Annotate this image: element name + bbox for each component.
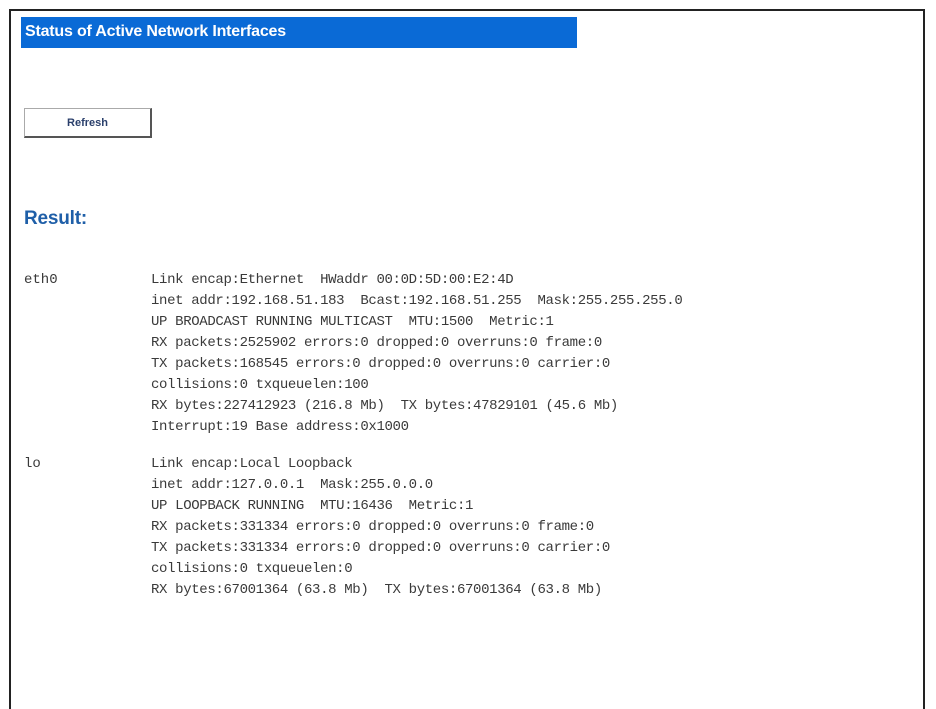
detail-line: RX packets:331334 errors:0 dropped:0 ove… [151, 519, 594, 535]
detail-line: TX packets:168545 errors:0 dropped:0 ove… [151, 356, 610, 372]
detail-line: collisions:0 txqueuelen:0 [151, 561, 353, 577]
detail-line: RX packets:2525902 errors:0 dropped:0 ov… [151, 335, 602, 351]
detail-line: TX packets:331334 errors:0 dropped:0 ove… [151, 540, 610, 556]
interface-block: lo Link encap:Local Loopback inet addr:1… [24, 454, 924, 601]
page-title: Status of Active Network Interfaces [25, 23, 286, 40]
interface-block: eth0 Link encap:Ethernet HWaddr 00:0D:5D… [24, 270, 924, 438]
detail-line: Interrupt:19 Base address:0x1000 [151, 419, 409, 435]
detail-line: UP LOOPBACK RUNNING MTU:16436 Metric:1 [151, 498, 474, 514]
detail-line: collisions:0 txqueuelen:100 [151, 377, 369, 393]
interface-name: lo [24, 456, 41, 472]
result-heading: Result: [24, 208, 87, 229]
interface-details: Link encap:Local Loopback inet addr:127.… [151, 454, 924, 601]
detail-line: RX bytes:227412923 (216.8 Mb) TX bytes:4… [151, 398, 618, 414]
detail-line: inet addr:127.0.0.1 Mask:255.0.0.0 [151, 477, 433, 493]
detail-line: Link encap:Ethernet HWaddr 00:0D:5D:00:E… [151, 272, 514, 288]
detail-line: UP BROADCAST RUNNING MULTICAST MTU:1500 … [151, 314, 554, 330]
interface-list: eth0 Link encap:Ethernet HWaddr 00:0D:5D… [24, 270, 924, 617]
detail-line: RX bytes:67001364 (63.8 Mb) TX bytes:670… [151, 582, 602, 598]
detail-line: inet addr:192.168.51.183 Bcast:192.168.5… [151, 293, 683, 309]
refresh-button[interactable]: Refresh [24, 108, 152, 138]
interface-name: eth0 [24, 272, 58, 288]
page-title-bar: Status of Active Network Interfaces [21, 17, 577, 48]
detail-line: Link encap:Local Loopback [151, 456, 353, 472]
interface-details: Link encap:Ethernet HWaddr 00:0D:5D:00:E… [151, 270, 924, 438]
